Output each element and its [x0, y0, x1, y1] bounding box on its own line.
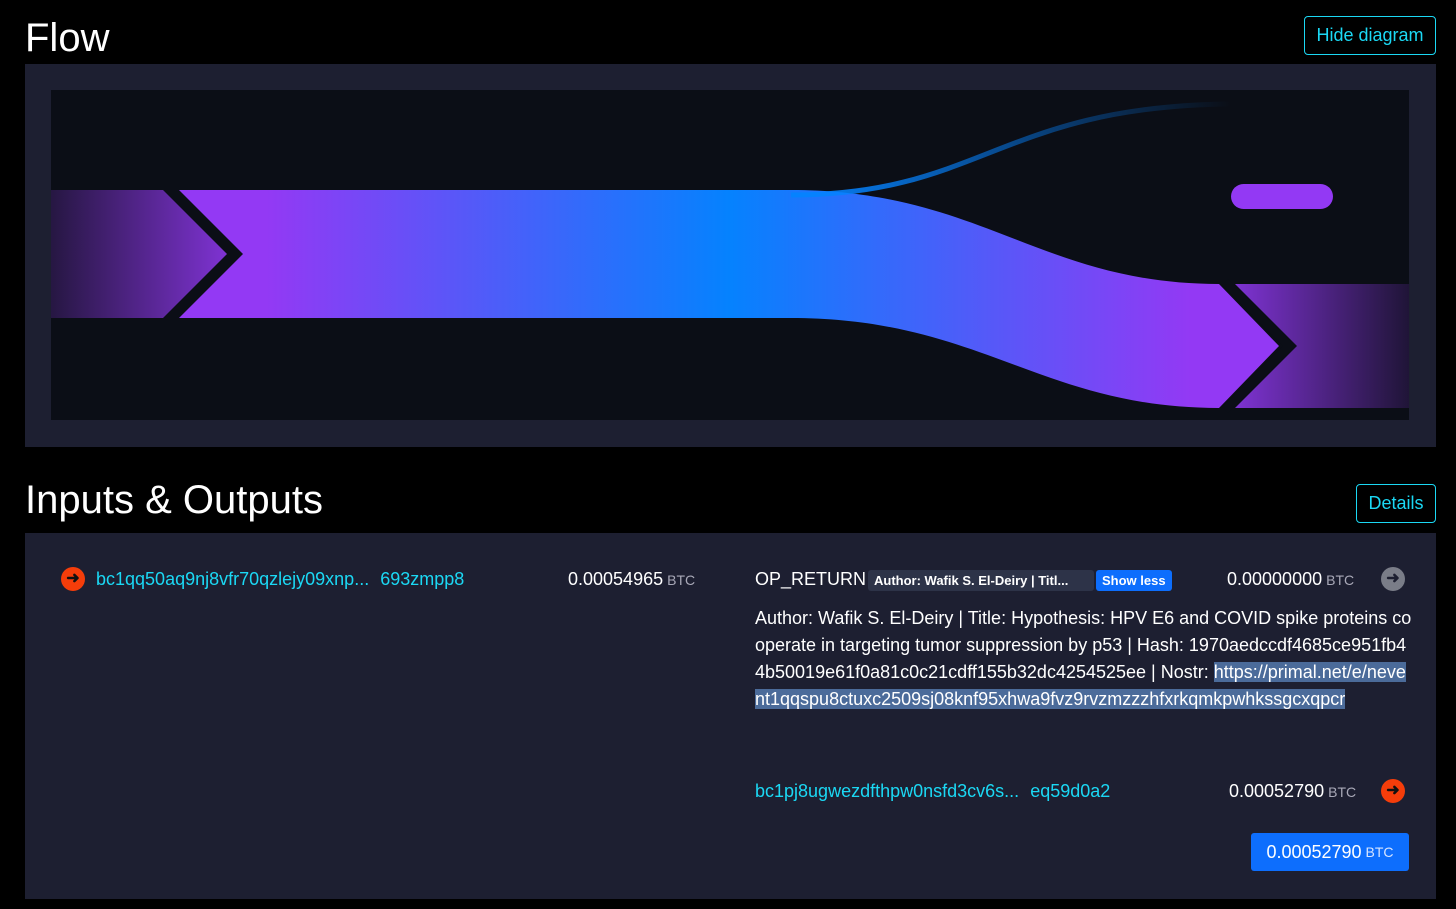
output-amount-unit: BTC [1328, 784, 1357, 800]
total-amount-value: 0.00052790 [1266, 841, 1362, 862]
op-return-amount-unit: BTC [1326, 572, 1355, 588]
flow-panel [25, 64, 1436, 447]
input-address[interactable]: bc1qq50aq9nj8vfr70qzlejy09xnp... [96, 569, 369, 589]
io-title: Inputs & Outputs [25, 478, 323, 522]
total-amount-button[interactable]: 0.00052790 BTC [1251, 833, 1409, 871]
arrow-right-circle-icon[interactable]: ➜ [61, 567, 85, 591]
input-amount: 0.00054965 BTC [568, 569, 695, 590]
output-address-link[interactable]: bc1pj8ugwezdfthpw0nsfd3cv6s... eq59d0a2 [755, 781, 1110, 802]
output-amount-value: 0.00052790 [1229, 781, 1325, 801]
show-less-button[interactable]: Show less [1096, 570, 1172, 591]
input-address-link[interactable]: bc1qq50aq9nj8vfr70qzlejy09xnp... 693zmpp… [96, 569, 464, 590]
op-return-amount-value: 0.00000000 [1227, 569, 1323, 589]
arrow-right-circle-icon[interactable]: ➜ [1381, 779, 1405, 803]
flow-title: Flow [25, 16, 110, 60]
output-address[interactable]: bc1pj8ugwezdfthpw0nsfd3cv6s... [755, 781, 1019, 801]
input-amount-unit: BTC [667, 572, 696, 588]
output-amount: 0.00052790 BTC [1229, 781, 1356, 802]
op-return-amount: 0.00000000 BTC [1227, 569, 1354, 590]
io-panel: ➜ bc1qq50aq9nj8vfr70qzlejy09xnp... 693zm… [25, 533, 1436, 899]
output-address-tail[interactable]: eq59d0a2 [1030, 781, 1110, 801]
total-amount-unit: BTC [1365, 844, 1394, 860]
arrow-right-circle-icon[interactable]: ➜ [1381, 567, 1405, 591]
details-button[interactable]: Details [1356, 484, 1436, 523]
op-return-pill[interactable] [1231, 184, 1333, 209]
op-return-author-badge: Author: Wafik S. El-Deiry | Titl... [868, 570, 1094, 591]
input-amount-value: 0.00054965 [568, 569, 664, 589]
input-address-tail[interactable]: 693zmpp8 [380, 569, 464, 589]
flow-diagram [51, 90, 1409, 420]
op-return-description: Author: Wafik S. El-Deiry | Title: Hypot… [755, 605, 1415, 713]
op-return-label: OP_RETURN [755, 569, 867, 589]
hide-diagram-button[interactable]: Hide diagram [1304, 16, 1436, 55]
